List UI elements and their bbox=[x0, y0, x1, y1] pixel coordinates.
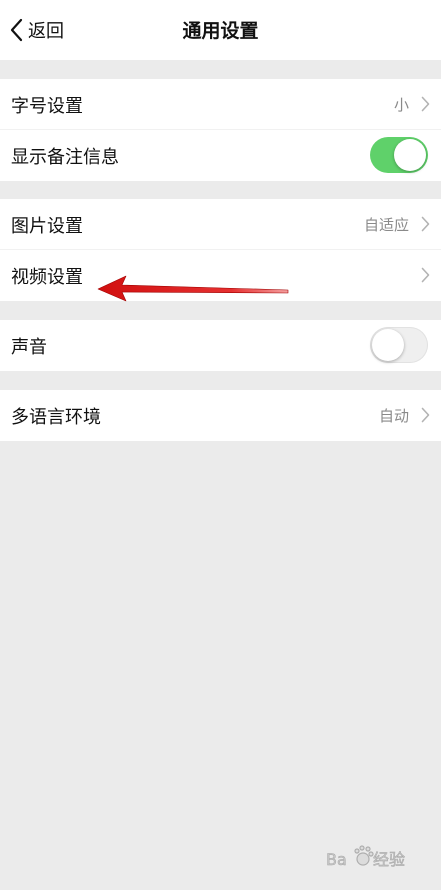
sound-label: 声音 bbox=[11, 337, 47, 358]
svg-text:经验: 经验 bbox=[373, 850, 405, 869]
image-setting-label: 图片设置 bbox=[11, 216, 83, 237]
language-setting-row[interactable]: 多语言环境 自动 bbox=[0, 390, 441, 441]
back-label: 返回 bbox=[28, 21, 64, 42]
show-remark-info-label: 显示备注信息 bbox=[11, 147, 119, 168]
show-remark-info-toggle[interactable] bbox=[370, 137, 428, 173]
font-size-label: 字号设置 bbox=[11, 96, 83, 117]
settings-group-media: 图片设置 自适应 视频设置 bbox=[0, 199, 441, 301]
chevron-right-icon bbox=[421, 407, 430, 423]
svg-text:Ba: Ba bbox=[326, 850, 347, 869]
chevron-right-icon bbox=[421, 267, 430, 283]
video-setting-row[interactable]: 视频设置 bbox=[0, 250, 441, 301]
settings-group-display: 字号设置 小 显示备注信息 bbox=[0, 79, 441, 181]
sound-toggle[interactable] bbox=[370, 327, 428, 363]
chevron-left-icon bbox=[10, 18, 23, 42]
back-button[interactable]: 返回 bbox=[8, 16, 64, 44]
nav-bar: 返回 通用设置 bbox=[0, 0, 441, 60]
show-remark-info-row: 显示备注信息 bbox=[0, 130, 441, 181]
video-setting-label: 视频设置 bbox=[11, 267, 83, 288]
font-size-setting-row[interactable]: 字号设置 小 bbox=[0, 79, 441, 130]
baidu-jingyan-watermark: Ba 经验 bbox=[326, 845, 405, 869]
sound-row: 声音 bbox=[0, 320, 441, 371]
page-title: 通用设置 bbox=[182, 20, 259, 42]
image-setting-row[interactable]: 图片设置 自适应 bbox=[0, 199, 441, 250]
image-setting-value: 自适应 bbox=[363, 216, 409, 234]
language-setting-value: 自动 bbox=[378, 407, 409, 425]
toggle-knob bbox=[394, 139, 426, 171]
chevron-right-icon bbox=[421, 96, 430, 112]
font-size-value: 小 bbox=[393, 96, 409, 114]
settings-group-sound: 声音 bbox=[0, 320, 441, 371]
settings-group-language: 多语言环境 自动 bbox=[0, 390, 441, 441]
toggle-knob bbox=[372, 329, 404, 361]
language-setting-label: 多语言环境 bbox=[11, 407, 101, 428]
chevron-right-icon bbox=[421, 216, 430, 232]
